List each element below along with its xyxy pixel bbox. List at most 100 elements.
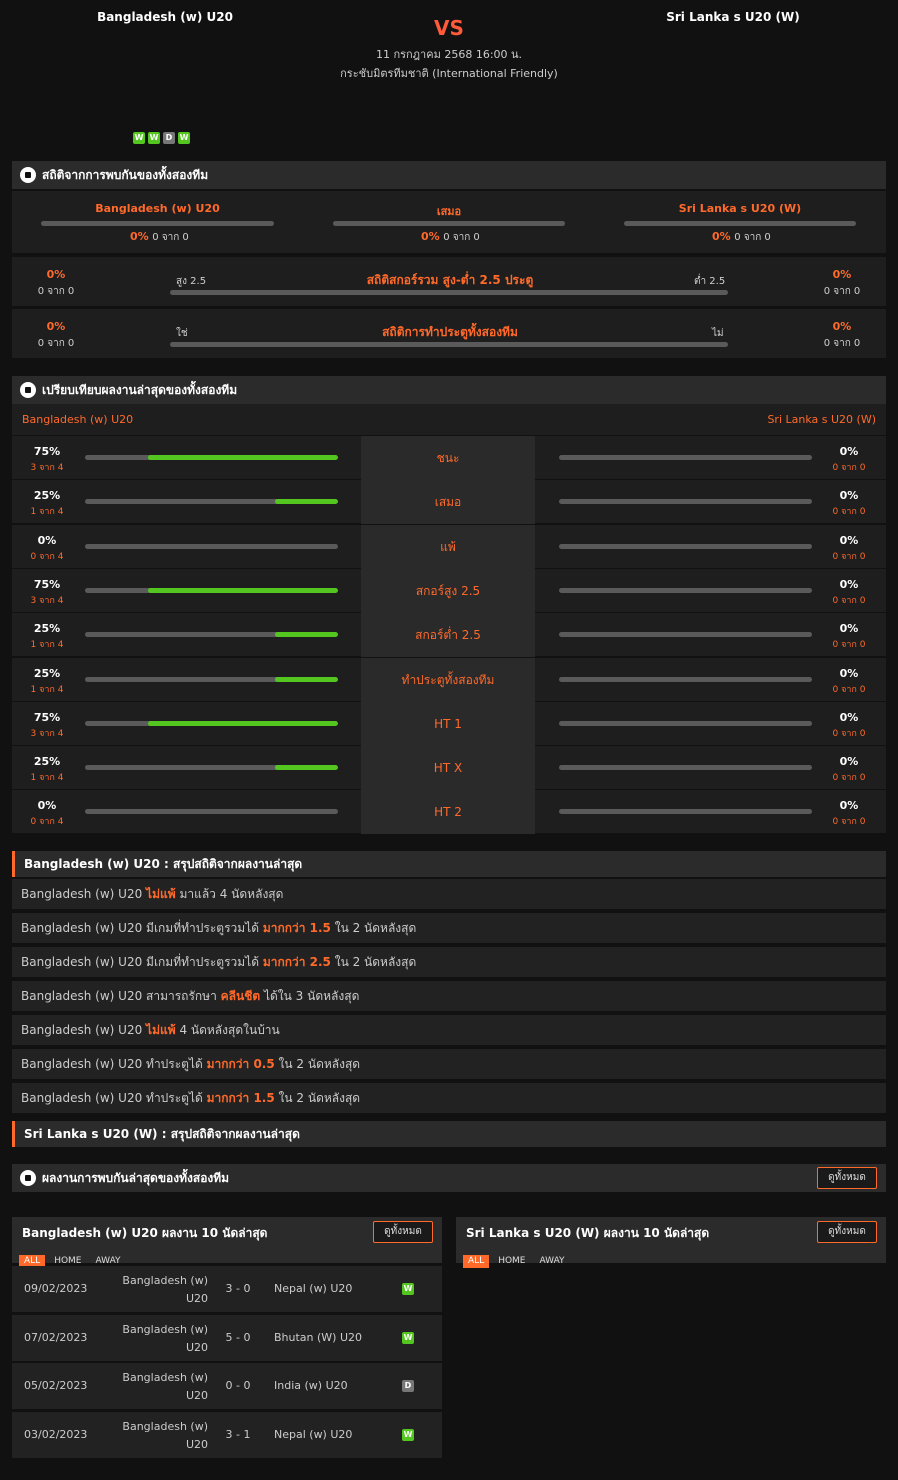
- compare-away-bar: [559, 499, 812, 505]
- compare-home-bar: [85, 765, 338, 771]
- match-row[interactable]: 03/02/2023 Bangladesh (w) U20 3 - 1 Nepal (…: [12, 1411, 442, 1458]
- match-row[interactable]: 09/02/2023 Bangladesh (w) U20 3 - 0 Nepal (…: [12, 1266, 442, 1312]
- compare-away-name[interactable]: Sri Lanka s U20 (W): [767, 413, 876, 426]
- compare-home-bar-fill: [148, 720, 338, 726]
- compare-row-label: HT X: [361, 746, 535, 791]
- compare-away-pct: 0%: [839, 710, 859, 724]
- away-team-name[interactable]: Sri Lanka s U20 (W): [628, 10, 838, 24]
- home-recent-panel: Bangladesh (w) U20 ผลงาน 10 นัดล่าสุด ดู…: [12, 1217, 442, 1268]
- competition-name: กระชับมิตรทีมชาติ (International Friendl…: [340, 67, 558, 80]
- summary-text: มาแล้ว 4 นัดหลังสุด: [175, 887, 284, 901]
- h2h-away-label: Sri Lanka s U20 (W): [678, 202, 802, 215]
- btts-bar: [170, 342, 728, 347]
- summary-text: Bangladesh (w) U20 สามารถรักษา: [21, 989, 221, 1003]
- football-icon: [20, 167, 36, 183]
- compare-row-label: HT 1: [361, 701, 535, 746]
- compare-title-bar: เปรียบเทียบผลงานล่าสุดของทั้งสองทีม: [12, 376, 886, 404]
- compare-away-sub: 0 จาก 0: [832, 507, 866, 518]
- btts-left-sub: 0 จาก 0: [37, 338, 75, 349]
- ou-left-pct: 0%: [46, 268, 66, 281]
- compare-away-pct: 0%: [839, 577, 859, 591]
- match-home-team[interactable]: Bangladesh (w) U20: [112, 1321, 208, 1357]
- match-home-team[interactable]: Bangladesh (w) U20: [112, 1272, 208, 1308]
- summary-highlight: มากกว่า 0.5: [206, 1057, 275, 1071]
- compare-row: 25% 1 จาก 4 HT X 0% 0 จาก 0: [12, 746, 886, 791]
- compare-team-row: Bangladesh (w) U20 Sri Lanka s U20 (W): [12, 404, 886, 435]
- match-away-team[interactable]: Bhutan (W) U20: [274, 1331, 362, 1344]
- summary-text: Bangladesh (w) U20: [21, 1023, 147, 1037]
- compare-row: 0% 0 จาก 4 HT 2 0% 0 จาก 0: [12, 790, 886, 835]
- match-home-team[interactable]: Bangladesh (w) U20: [112, 1418, 208, 1454]
- compare-away-sub: 0 จาก 0: [832, 551, 866, 562]
- summary-row: Bangladesh (w) U20 ทำประตูได้ มากกว่า 0.…: [12, 1049, 886, 1079]
- tab-away[interactable]: AWAY: [535, 1255, 570, 1268]
- compare-away-bar: [559, 676, 812, 682]
- match-date: 07/02/2023: [24, 1330, 88, 1344]
- compare-row: 75% 3 จาก 4 HT 1 0% 0 จาก 0: [12, 701, 886, 746]
- summary-text: ใน 2 นัดหลังสุด: [330, 955, 417, 969]
- match-row[interactable]: 07/02/2023 Bangladesh (w) U20 5 - 0 Bhutan …: [12, 1314, 442, 1361]
- match-row[interactable]: 05/02/2023 Bangladesh (w) U20 0 - 0 India (…: [12, 1363, 442, 1409]
- compare-home-bar: [85, 499, 338, 505]
- summary-text: Bangladesh (w) U20 มีเกมที่ทำประตูรวมได้: [21, 921, 263, 935]
- compare-row: 25% 1 จาก 4 สกอร์ต่ำ 2.5 0% 0 จาก 0: [12, 613, 886, 658]
- h2h-away-bar: [624, 221, 856, 226]
- compare-home-sub: 0 จาก 4: [30, 551, 64, 562]
- compare-away-sub: 0 จาก 0: [832, 817, 866, 828]
- h2h-title-bar: สถิติจากการพบกันของทั้งสองทีม: [12, 161, 886, 189]
- match-away-team[interactable]: Nepal (w) U20: [274, 1428, 352, 1441]
- compare-home-bar: [85, 632, 338, 638]
- home-team-name[interactable]: Bangladesh (w) U20: [60, 10, 270, 24]
- summary-row: Bangladesh (w) U20 มีเกมที่ทำประตูรวมได้…: [12, 913, 886, 943]
- ou-bar: [170, 290, 728, 295]
- summary-text: Bangladesh (w) U20 ทำประตูได้: [21, 1091, 207, 1105]
- match-away-team[interactable]: Nepal (w) U20: [274, 1282, 352, 1295]
- compare-home-name[interactable]: Bangladesh (w) U20: [22, 413, 133, 426]
- summary-highlight: ไม่แพ้: [146, 1023, 176, 1037]
- compare-away-sub: 0 จาก 0: [832, 640, 866, 651]
- football-icon: [20, 382, 36, 398]
- away-summary-title: Sri Lanka s U20 (W) : สรุปสถิติจากผลงานล…: [12, 1121, 886, 1147]
- summary-row: Bangladesh (w) U20 ไม่แพ้ 4 นัดหลังสุดใน…: [12, 1015, 886, 1045]
- summary-text: Bangladesh (w) U20 มีเกมที่ทำประตูรวมได้: [21, 955, 263, 969]
- compare-home-sub: 1 จาก 4: [30, 507, 64, 518]
- compare-away-pct: 0%: [839, 445, 859, 458]
- match-score: 5 - 0: [225, 1330, 251, 1344]
- compare-away-bar: [559, 632, 812, 638]
- summary-text: ใน 2 นัดหลังสุด: [274, 1057, 361, 1071]
- compare-away-bar: [559, 455, 812, 460]
- h2h-draw-stat: 0% 0 จาก 0: [421, 230, 480, 243]
- match-result-badge: W: [402, 1283, 414, 1295]
- compare-away-bar: [559, 543, 812, 549]
- match-date: 05/02/2023: [24, 1379, 88, 1392]
- home-summary-title: Bangladesh (w) U20 : สรุปสถิติจากผลงานล่…: [12, 851, 886, 877]
- btts-right-sub: 0 จาก 0: [823, 338, 861, 349]
- compare-home-bar: [85, 455, 338, 460]
- compare-away-pct: 0%: [839, 622, 859, 636]
- compare-row: 25% 1 จาก 4 ทำประตูทั้งสองทีม 0% 0 จาก 0: [12, 657, 886, 702]
- away-view-all-button[interactable]: ดูทั้งหมด: [817, 1221, 877, 1243]
- recent-title: ผลงานการพบกันล่าสุดของทั้งสองทีม: [42, 1170, 230, 1185]
- match-home-team[interactable]: Bangladesh (w) U20: [112, 1369, 208, 1405]
- compare-home-pct: 75%: [33, 577, 61, 591]
- compare-home-pct: 75%: [33, 710, 61, 724]
- summary-text: Bangladesh (w) U20: [21, 887, 147, 901]
- btts-no-label: ไม่: [712, 328, 724, 339]
- compare-home-bar: [85, 587, 338, 593]
- home-recent-title: Bangladesh (w) U20 ผลงาน 10 นัดล่าสุด: [22, 1226, 268, 1240]
- tab-home[interactable]: HOME: [493, 1255, 530, 1268]
- summary-row: Bangladesh (w) U20 ทำประตูได้ มากกว่า 1.…: [12, 1083, 886, 1113]
- compare-home-pct: 75%: [33, 445, 61, 458]
- match-away-team[interactable]: India (w) U20: [274, 1379, 348, 1392]
- football-icon: [20, 1170, 36, 1186]
- compare-home-pct: 25%: [33, 622, 61, 636]
- home-view-all-button[interactable]: ดูทั้งหมด: [373, 1221, 433, 1243]
- summary-row: Bangladesh (w) U20 สามารถรักษา คลีนชีต ไ…: [12, 981, 886, 1011]
- compare-home-bar: [85, 720, 338, 726]
- compare-home-bar: [85, 543, 338, 549]
- compare-home-pct: 0%: [37, 799, 57, 813]
- match-date: 09/02/2023: [24, 1282, 88, 1295]
- compare-home-sub: 3 จาก 4: [30, 595, 64, 606]
- tab-all[interactable]: ALL: [463, 1255, 490, 1268]
- view-all-button[interactable]: ดูทั้งหมด: [817, 1167, 877, 1189]
